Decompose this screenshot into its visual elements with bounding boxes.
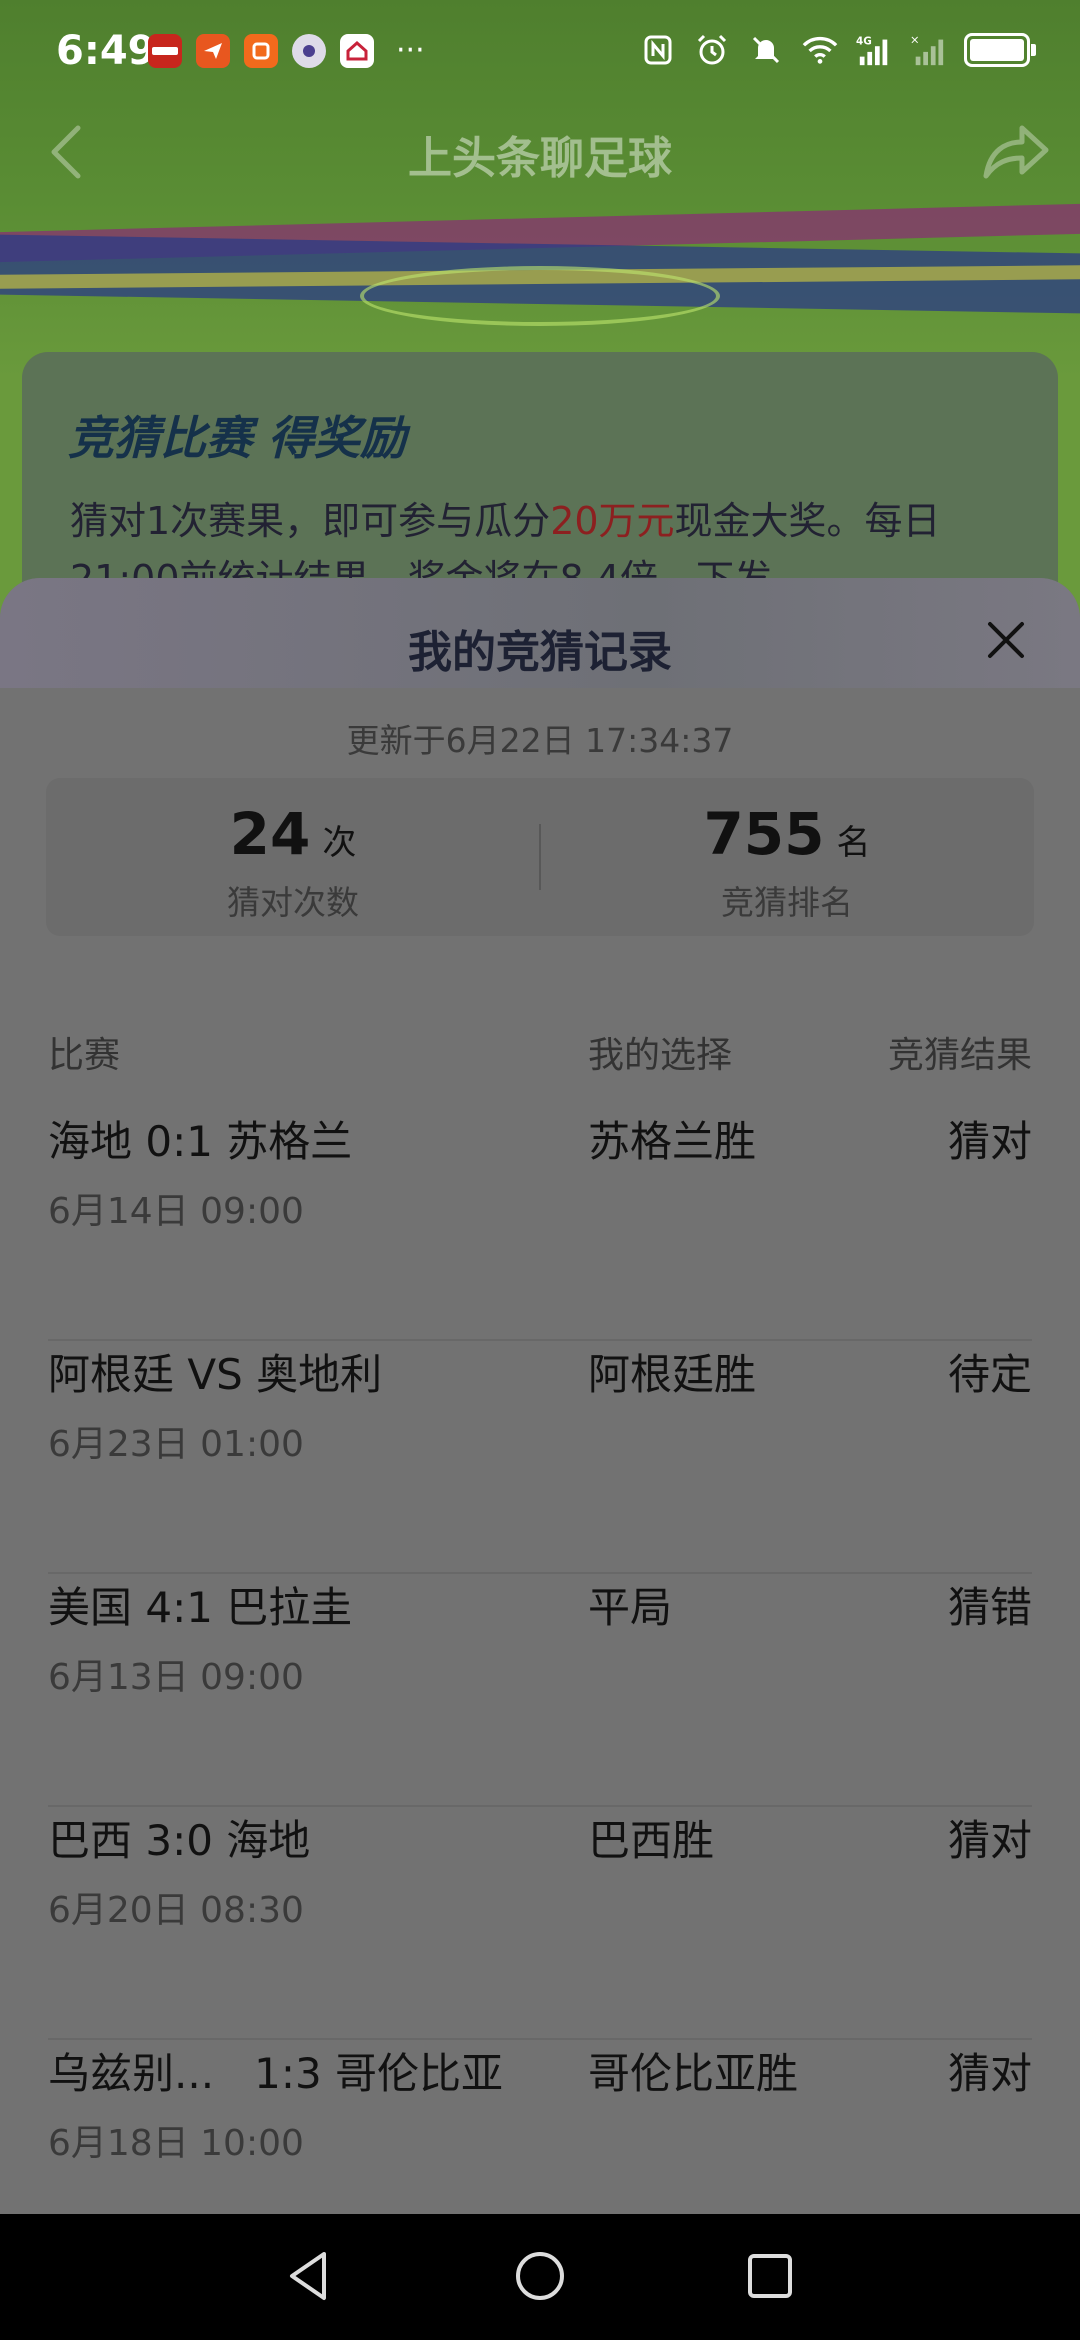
mute-icon bbox=[748, 32, 784, 68]
notification-icons: ··· bbox=[148, 34, 425, 68]
record-row[interactable]: 乌兹别... 1:3 哥伦比亚 6月18日 10:00 哥伦比亚胜 猜对 bbox=[48, 2040, 1032, 2214]
correct-count-stat: 24 次 猜对次数 bbox=[46, 800, 540, 924]
records-list: 海地 0:1 苏格兰 6月14日 09:00 苏格兰胜 猜对 阿根廷 VS 奥地… bbox=[48, 1108, 1032, 2214]
round-app-icon bbox=[292, 34, 326, 68]
guess-records-sheet: 我的竞猜记录 更新于6月22日 17:34:37 24 次 猜对次数 755 名 竞… bbox=[0, 578, 1080, 2214]
record-row[interactable]: 美国 4:1 巴拉圭 6月13日 09:00 平局 猜错 bbox=[48, 1574, 1032, 1807]
record-result: 猜对 bbox=[947, 1117, 1032, 1166]
share-icon bbox=[983, 125, 1049, 179]
nfc-icon bbox=[640, 32, 676, 68]
correct-count-unit: 次 bbox=[322, 823, 357, 863]
record-choice: 哥伦比亚胜 bbox=[588, 2049, 799, 2098]
record-row[interactable]: 海地 0:1 苏格兰 6月14日 09:00 苏格兰胜 猜对 bbox=[48, 1108, 1032, 1341]
triangle-back-icon bbox=[290, 2252, 326, 2300]
column-header-choice: 我的选择 bbox=[588, 1035, 733, 1076]
page-title: 上头条聊足球 bbox=[408, 133, 672, 184]
record-time: 6月13日 09:00 bbox=[48, 1657, 304, 1698]
home-app-icon bbox=[340, 34, 374, 68]
nav-recents-button[interactable] bbox=[740, 2246, 800, 2306]
status-time: 6:49 bbox=[56, 28, 156, 74]
column-header-match: 比赛 bbox=[48, 1035, 121, 1076]
header-banner-art bbox=[0, 200, 1080, 340]
wifi-icon bbox=[802, 32, 838, 68]
record-choice: 巴西胜 bbox=[588, 1816, 715, 1865]
record-choice: 阿根廷胜 bbox=[588, 1350, 757, 1399]
record-match: 美国 4:1 巴拉圭 bbox=[48, 1583, 353, 1632]
record-result: 猜错 bbox=[947, 1583, 1032, 1632]
column-header-result: 竞猜结果 bbox=[887, 1035, 1032, 1076]
record-time: 6月23日 01:00 bbox=[48, 1424, 304, 1465]
system-navigation-bar bbox=[0, 2214, 1080, 2340]
sheet-title: 我的竞猜记录 bbox=[408, 627, 672, 678]
system-icons: 4G × bbox=[640, 32, 1036, 68]
square-recents-icon bbox=[748, 2254, 792, 2298]
signal-2-icon: × bbox=[910, 32, 946, 68]
promo-title: 竞猜比赛 得奖励 bbox=[68, 411, 407, 465]
close-button[interactable] bbox=[984, 618, 1028, 662]
record-match: 阿根廷 VS 奥地利 bbox=[48, 1350, 383, 1399]
stats-summary: 24 次 猜对次数 755 名 竞猜排名 bbox=[46, 778, 1034, 936]
record-choice: 平局 bbox=[588, 1583, 673, 1632]
record-time: 6月14日 09:00 bbox=[48, 1191, 304, 1232]
record-result: 猜对 bbox=[947, 2049, 1032, 2098]
record-result: 猜对 bbox=[947, 1816, 1032, 1865]
update-time: 更新于6月22日 17:34:37 bbox=[346, 721, 734, 760]
more-notifications-icon: ··· bbox=[396, 33, 425, 68]
rank-unit: 名 bbox=[836, 823, 871, 863]
paper-plane-icon bbox=[196, 34, 230, 68]
rank-value: 755 bbox=[703, 800, 825, 868]
rank-label: 竞猜排名 bbox=[721, 883, 853, 922]
records-table-header: 比赛 我的选择 竞猜结果 bbox=[48, 1026, 1032, 1076]
record-row[interactable]: 巴西 3:0 海地 6月20日 08:30 巴西胜 猜对 bbox=[48, 1807, 1032, 2040]
record-match: 巴西 3:0 海地 bbox=[48, 1816, 311, 1865]
app-header: 上头条聊足球 bbox=[0, 100, 1080, 200]
nav-back-button[interactable] bbox=[280, 2246, 340, 2306]
prize-amount: 20万元 bbox=[550, 499, 675, 543]
status-bar: 6:49 ··· 4G × bbox=[0, 0, 1080, 100]
record-time: 6月20日 08:30 bbox=[48, 1890, 304, 1931]
record-row[interactable]: 阿根廷 VS 奥地利 6月23日 01:00 阿根廷胜 待定 bbox=[48, 1341, 1032, 1574]
signal-4g-icon: 4G bbox=[856, 32, 892, 68]
alarm-icon bbox=[694, 32, 730, 68]
svg-text:×: × bbox=[910, 33, 920, 46]
rank-stat: 755 名 竞猜排名 bbox=[540, 800, 1034, 924]
record-match: 乌兹别... 1:3 哥伦比亚 bbox=[48, 2049, 504, 2098]
nav-home-button[interactable] bbox=[510, 2246, 570, 2306]
battery-icon bbox=[964, 33, 1036, 67]
circle-home-icon bbox=[516, 2252, 564, 2300]
taobao-icon bbox=[244, 34, 278, 68]
close-icon bbox=[988, 622, 1024, 658]
share-button[interactable] bbox=[980, 120, 1050, 184]
svg-text:4G: 4G bbox=[856, 35, 872, 47]
record-result: 待定 bbox=[947, 1350, 1032, 1399]
correct-count-value: 24 bbox=[229, 800, 311, 868]
record-match: 海地 0:1 苏格兰 bbox=[48, 1117, 353, 1166]
correct-count-label: 猜对次数 bbox=[227, 883, 359, 922]
record-time: 6月18日 10:00 bbox=[48, 2123, 304, 2164]
xiaohongshu-icon bbox=[148, 34, 182, 68]
record-choice: 苏格兰胜 bbox=[588, 1117, 757, 1166]
